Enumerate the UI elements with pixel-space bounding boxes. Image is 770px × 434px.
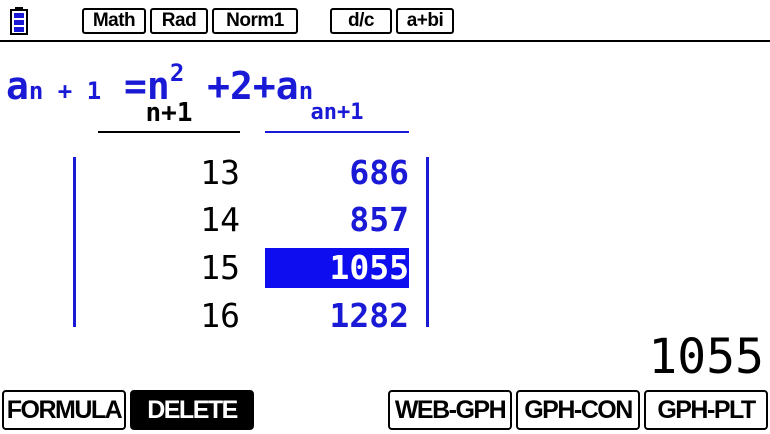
fkey-graph-connect[interactable]: GPH-CON — [516, 390, 640, 430]
fkey-web-graph[interactable]: WEB-GPH — [388, 390, 512, 430]
fkey-formula[interactable]: FORMULA — [2, 390, 126, 430]
fkey-graph-plot[interactable]: GPH-PLT — [644, 390, 768, 430]
header-underline-n — [98, 131, 240, 133]
recurrence-formula[interactable]: an + 1 =n2 +2+an — [6, 50, 313, 108]
table-row[interactable]: 13 686 — [0, 153, 770, 198]
header-underline-a — [265, 131, 409, 133]
cell-a[interactable]: 857 — [265, 200, 409, 240]
column-header-a: an+1 — [310, 100, 364, 125]
cell-n[interactable]: 16 — [98, 296, 240, 336]
mode-math: Math — [82, 8, 146, 34]
mode-display: Norm1 — [212, 8, 298, 34]
formula-lhs-subscript: n + 1 — [28, 77, 102, 105]
status-divider — [0, 40, 770, 42]
formula-rhs-exponent: 2 — [169, 59, 185, 87]
table-row[interactable]: 14 857 — [0, 200, 770, 245]
mode-angle: Rad — [150, 8, 208, 34]
mode-complex: a+bi — [396, 8, 454, 34]
cell-n[interactable]: 13 — [98, 153, 240, 193]
cell-a-selected[interactable]: 1055 — [265, 248, 409, 288]
table-row[interactable]: 15 1055 — [0, 248, 770, 293]
battery-icon — [10, 7, 28, 35]
cell-a[interactable]: 686 — [265, 153, 409, 193]
cell-n[interactable]: 15 — [98, 248, 240, 288]
status-bar: Math Rad Norm1 d/c a+bi — [0, 0, 770, 40]
cell-a[interactable]: 1282 — [265, 296, 409, 336]
mode-fraction: d/c — [330, 8, 392, 34]
column-header-n: n+1 — [145, 98, 193, 128]
formula-lhs-base: a — [6, 64, 29, 108]
fkey-delete[interactable]: DELETE — [130, 390, 254, 430]
cell-n[interactable]: 14 — [98, 200, 240, 240]
selected-cell-value: 1055 — [648, 329, 764, 385]
